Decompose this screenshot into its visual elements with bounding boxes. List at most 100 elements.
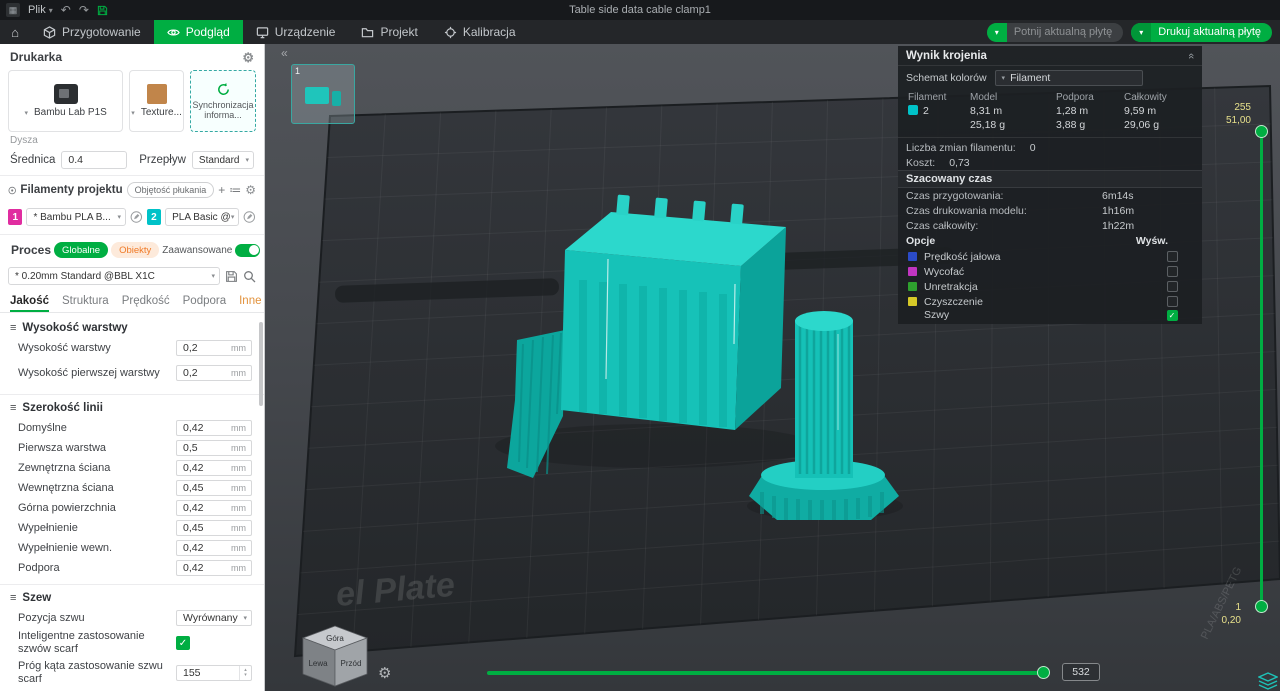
print-plate-button[interactable]: ▾ Drukuj aktualną płytę — [1131, 23, 1272, 42]
color-scheme-label: Schemat kolorów — [906, 72, 987, 84]
line-width-inner-wall-input[interactable]: 0,45mm — [176, 480, 252, 496]
scarf-angle-threshold-input[interactable]: 155▴▾ — [176, 665, 252, 681]
orientation-cube[interactable]: Góra Lewa Przód — [293, 616, 378, 691]
param-row: Próg kąta zastosowanie szwu scarf 155▴▾ — [0, 658, 264, 688]
tab-projekt[interactable]: Projekt — [348, 20, 430, 44]
option-checkbox[interactable] — [1167, 296, 1178, 307]
layer-slider-track[interactable] — [1260, 130, 1263, 608]
cube-face-top-label: Góra — [326, 634, 344, 643]
flow-label: Przepływ — [139, 154, 186, 166]
thumbnail-model-shape — [332, 91, 341, 106]
filament-1-select[interactable]: * Bambu PLA B...▾ — [26, 208, 126, 226]
filament-2-select[interactable]: PLA Basic @...▾ — [165, 208, 239, 226]
option-row: Unretrakcja — [898, 279, 1202, 294]
scope-objects-pill[interactable]: Obiekty — [111, 242, 159, 258]
line-width-outer-wall-input[interactable]: 0,42mm — [176, 460, 252, 476]
filament-changes-value: 0 — [1030, 142, 1036, 154]
seam-position-select[interactable]: Wyrównany▾ — [176, 610, 252, 626]
scarf-seam-checkbox[interactable] — [176, 636, 190, 650]
tab-podpora[interactable]: Podpora — [183, 289, 226, 312]
color-scheme-select[interactable]: ▾Filament — [995, 70, 1143, 86]
line-width-infill-input[interactable]: 0,45mm — [176, 520, 252, 536]
section-icon: ≡ — [10, 592, 16, 604]
first-layer-height-input[interactable]: 0,2mm — [176, 365, 252, 381]
display-header: Wyśw. — [1136, 235, 1194, 247]
param-row: Wysokość pierwszej warstwy 0,2mm — [0, 358, 264, 388]
cost-label: Koszt: — [906, 157, 935, 169]
time-value: 1h16m — [1102, 205, 1134, 217]
printer-card[interactable]: ▾Bambu Lab P1S — [8, 70, 123, 132]
param-row: Wewnętrzna ściana 0,45mm — [0, 478, 264, 498]
layers-icon[interactable] — [1258, 672, 1278, 690]
redo-icon[interactable]: ↷ — [79, 4, 89, 16]
line-width-internal-infill-input[interactable]: 0,42mm — [176, 540, 252, 556]
sidebar-scrollbar[interactable] — [259, 322, 263, 406]
move-slider-handle[interactable] — [1037, 666, 1050, 679]
collapse-sidebar-icon[interactable]: « — [281, 46, 288, 60]
tab-urzadzenie[interactable]: Urządzenie — [243, 20, 349, 44]
move-slider-track[interactable] — [487, 671, 1048, 675]
option-row: Prędkość jałowa — [898, 249, 1202, 264]
tab-przygotowanie[interactable]: Przygotowanie — [30, 20, 154, 44]
plate-thumbnail[interactable]: 1 — [291, 64, 355, 124]
undo-icon[interactable]: ↶ — [61, 4, 71, 16]
filament-edit-icon[interactable] — [130, 210, 143, 224]
tab-label: Projekt — [380, 25, 417, 39]
option-color-chip — [908, 252, 917, 261]
tab-podglad[interactable]: Podgląd — [154, 20, 243, 44]
section-title: Szew — [22, 592, 51, 604]
tab-predkosc[interactable]: Prędkość — [122, 289, 170, 312]
param-list-icon[interactable]: ☰ — [263, 244, 264, 256]
layer-height-input[interactable]: 0,2mm — [176, 340, 252, 356]
viewport-settings-gear-icon[interactable]: ⚙ — [378, 664, 391, 682]
chevron-down-icon: ▾ — [117, 213, 125, 221]
line-width-top-surface-input[interactable]: 0,42mm — [176, 500, 252, 516]
layer-slider-bottom-handle[interactable] — [1255, 600, 1268, 613]
chevron-down-icon: ▾ — [231, 213, 239, 221]
flow-select[interactable]: Standard▾ — [192, 151, 254, 169]
window-title: Table side data cable clamp1 — [0, 4, 1280, 16]
file-menu[interactable]: Plik ▾ — [28, 4, 53, 16]
file-menu-label: Plik — [28, 4, 46, 16]
option-checkbox[interactable] — [1167, 266, 1178, 277]
diameter-input[interactable]: 0.4 — [61, 151, 127, 169]
add-filament-icon[interactable]: + — [218, 184, 225, 196]
scope-global-pill[interactable]: Globalne — [54, 242, 108, 258]
time-value: 6m14s — [1102, 190, 1134, 202]
home-icon[interactable]: ⌂ — [0, 20, 30, 44]
filament-settings-gear-icon[interactable]: ⚙ — [245, 184, 256, 196]
line-width-support-input[interactable]: 0,42mm — [176, 560, 252, 576]
tab-kalibracja[interactable]: Kalibracja — [431, 20, 529, 44]
flush-volume-button[interactable]: Objętość płukania — [127, 182, 215, 198]
layer-slider-top-handle[interactable] — [1255, 125, 1268, 138]
search-icon[interactable] — [243, 270, 256, 283]
viewport-3d[interactable]: el Plate PLA/ABS/PETG — [265, 44, 1280, 691]
param-row: Pierwsza warstwa 0,5mm — [0, 438, 264, 458]
save-project-icon[interactable] — [97, 5, 108, 16]
tab-jakosc[interactable]: Jakość — [10, 289, 49, 312]
device-icon — [256, 26, 269, 39]
stepper-arrows[interactable]: ▴▾ — [239, 666, 251, 680]
tab-label: Przygotowanie — [62, 25, 141, 39]
collapse-panel-icon[interactable]: « — [1185, 52, 1197, 58]
printer-settings-gear-icon[interactable]: ⚙ — [242, 51, 254, 64]
option-checkbox[interactable] — [1167, 310, 1178, 321]
chevron-down-icon: ▾ — [211, 272, 219, 280]
titlebar: ▦ Plik ▾ ↶ ↷ Table side data cable clamp… — [0, 0, 1280, 20]
cost-value: 0,73 — [949, 157, 969, 169]
option-checkbox[interactable] — [1167, 251, 1178, 262]
line-width-first-layer-input[interactable]: 0,5mm — [176, 440, 252, 456]
option-checkbox[interactable] — [1167, 281, 1178, 292]
slice-plate-button[interactable]: ▾ Potnij aktualną płytę — [987, 23, 1123, 42]
sync-printer-button[interactable]: Synchronizacja informa... — [190, 70, 256, 132]
preset-select[interactable]: * 0.20mm Standard @BBL X1C▾ — [8, 267, 220, 285]
filament-edit-icon[interactable] — [243, 210, 256, 224]
filament-list-icon[interactable]: ≔ — [229, 184, 241, 196]
save-preset-icon[interactable] — [225, 270, 238, 283]
filament-2-badge: 2 — [147, 209, 161, 225]
tab-struktura[interactable]: Struktura — [62, 289, 109, 312]
line-width-default-input[interactable]: 0,42mm — [176, 420, 252, 436]
tab-inne[interactable]: Inne — [239, 289, 261, 312]
advanced-toggle[interactable] — [235, 244, 260, 257]
plate-type-card[interactable]: ▾Texture... — [129, 70, 184, 132]
